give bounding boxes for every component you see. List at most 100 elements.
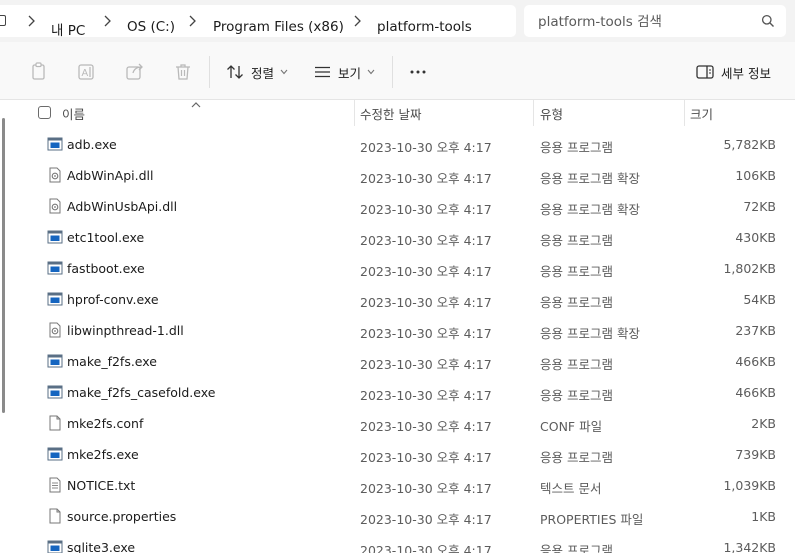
file-type: 텍스트 문서	[540, 481, 602, 496]
exe-icon	[47, 291, 63, 307]
breadcrumb-item-current-folder[interactable]: platform-tools	[377, 19, 472, 35]
chevron-down-icon	[367, 69, 375, 75]
file-row[interactable]: AdbWinApi.dll 2023-10-30 오후 4:17 응용 프로그램 확…	[0, 160, 795, 191]
file-type: 응용 프로그램	[540, 233, 613, 248]
file-type: 응용 프로그램	[540, 450, 613, 465]
column-header-type[interactable]: 유형	[540, 104, 563, 123]
file-name: adb.exe	[67, 137, 117, 152]
file-row[interactable]: source.properties 2023-10-30 오후 4:17 PROPE…	[0, 501, 795, 532]
exe-icon	[47, 446, 63, 462]
command-bar: A 정렬 보기 세부 정보	[0, 42, 795, 100]
file-date-modified: 2023-10-30 오후 4:17	[360, 543, 492, 553]
file-row[interactable]: mke2fs.exe 2023-10-30 오후 4:17 응용 프로그램 739KB	[0, 439, 795, 470]
file-row[interactable]: AdbWinUsbApi.dll 2023-10-30 오후 4:17 응용 프로그…	[0, 191, 795, 222]
column-header: 이름 수정한 날짜 유형 크기	[0, 100, 795, 126]
address-bar-area: 내 PC OS (C:) Program Files (x86) platfor…	[0, 0, 795, 42]
exe-icon	[47, 260, 63, 276]
file-icon	[47, 508, 63, 524]
file-type: 응용 프로그램 확장	[540, 326, 640, 341]
file-row[interactable]: hprof-conv.exe 2023-10-30 오후 4:17 응용 프로그램 5…	[0, 284, 795, 315]
file-date-modified: 2023-10-30 오후 4:17	[360, 295, 492, 310]
file-date-modified: 2023-10-30 오후 4:17	[360, 264, 492, 279]
sort-label: 정렬	[251, 65, 275, 81]
file-date-modified: 2023-10-30 오후 4:17	[360, 388, 492, 403]
file-row[interactable]: mke2fs.conf 2023-10-30 오후 4:17 CONF 파일 2KB	[0, 408, 795, 439]
details-label: 세부 정보	[721, 65, 771, 81]
details-pane-button[interactable]: 세부 정보	[696, 59, 771, 85]
breadcrumb-chevron-icon[interactable]	[26, 14, 36, 28]
breadcrumb-item-program-files[interactable]: Program Files (x86)	[213, 19, 344, 35]
dll-icon	[47, 167, 63, 183]
file-type: 응용 프로그램 확장	[540, 171, 640, 186]
search-icon[interactable]	[761, 14, 775, 28]
delete-icon[interactable]	[173, 62, 193, 82]
copy-icon[interactable]	[29, 62, 49, 82]
search-box[interactable]	[524, 5, 786, 37]
file-row[interactable]: adb.exe 2023-10-30 오후 4:17 응용 프로그램 5,782KB	[0, 129, 795, 160]
breadcrumb-chevron-icon[interactable]	[102, 14, 112, 28]
file-name: AdbWinApi.dll	[67, 168, 154, 183]
dll-icon	[47, 322, 63, 338]
svg-text:A: A	[82, 68, 89, 79]
file-list: adb.exe 2023-10-30 오후 4:17 응용 프로그램 5,782KB A…	[0, 129, 795, 553]
column-divider[interactable]	[354, 100, 355, 126]
view-label: 보기	[338, 65, 362, 81]
file-type: 응용 프로그램 확장	[540, 202, 640, 217]
file-size: 106KB	[735, 168, 776, 183]
breadcrumb-item-drive[interactable]: OS (C:)	[127, 19, 175, 35]
file-name: mke2fs.exe	[67, 447, 139, 462]
file-date-modified: 2023-10-30 오후 4:17	[360, 481, 492, 496]
file-size: 430KB	[735, 230, 776, 245]
file-date-modified: 2023-10-30 오후 4:17	[360, 512, 492, 527]
select-all-checkbox[interactable]	[38, 106, 51, 119]
file-date-modified: 2023-10-30 오후 4:17	[360, 419, 492, 434]
column-divider[interactable]	[684, 100, 685, 126]
file-size: 1,342KB	[723, 540, 776, 553]
exe-icon	[47, 384, 63, 400]
file-size: 466KB	[735, 354, 776, 369]
file-size: 1,802KB	[723, 261, 776, 276]
file-size: 54KB	[743, 292, 776, 307]
column-header-size[interactable]: 크기	[690, 104, 713, 123]
sort-button[interactable]: 정렬	[226, 59, 288, 85]
address-bar[interactable]: 내 PC OS (C:) Program Files (x86) platfor…	[0, 5, 516, 39]
column-header-date[interactable]: 수정한 날짜	[360, 104, 421, 123]
this-pc-icon	[0, 15, 6, 26]
column-divider[interactable]	[533, 100, 534, 126]
file-date-modified: 2023-10-30 오후 4:17	[360, 202, 492, 217]
rename-icon[interactable]: A	[77, 62, 97, 82]
file-row[interactable]: make_f2fs.exe 2023-10-30 오후 4:17 응용 프로그램 46…	[0, 346, 795, 377]
file-size: 72KB	[743, 199, 776, 214]
file-date-modified: 2023-10-30 오후 4:17	[360, 450, 492, 465]
file-row[interactable]: NOTICE.txt 2023-10-30 오후 4:17 텍스트 문서 1,039K…	[0, 470, 795, 501]
file-name: NOTICE.txt	[67, 478, 136, 493]
file-size: 2KB	[751, 416, 776, 431]
more-options-icon[interactable]	[408, 62, 428, 82]
column-header-name[interactable]: 이름	[62, 104, 85, 123]
file-type: 응용 프로그램	[540, 357, 613, 372]
file-row[interactable]: libwinpthread-1.dll 2023-10-30 오후 4:17 응용 …	[0, 315, 795, 346]
file-type: PROPERTIES 파일	[540, 512, 644, 527]
breadcrumb-chevron-icon[interactable]	[352, 14, 362, 28]
sort-arrows-icon	[227, 65, 243, 79]
chevron-down-icon	[280, 69, 288, 75]
share-icon[interactable]	[125, 62, 145, 82]
exe-icon	[47, 353, 63, 369]
file-row[interactable]: make_f2fs_casefold.exe 2023-10-30 오후 4:17…	[0, 377, 795, 408]
file-name: libwinpthread-1.dll	[67, 323, 184, 338]
exe-icon	[47, 136, 63, 152]
file-row[interactable]: etc1tool.exe 2023-10-30 오후 4:17 응용 프로그램 430…	[0, 222, 795, 253]
file-row[interactable]: sqlite3.exe 2023-10-30 오후 4:17 응용 프로그램 1,34…	[0, 532, 795, 553]
file-name: hprof-conv.exe	[67, 292, 159, 307]
breadcrumb-chevron-icon[interactable]	[187, 14, 197, 28]
file-row[interactable]: fastboot.exe 2023-10-30 오후 4:17 응용 프로그램 1,8…	[0, 253, 795, 284]
view-button[interactable]: 보기	[314, 59, 375, 85]
file-size: 1KB	[751, 509, 776, 524]
file-date-modified: 2023-10-30 오후 4:17	[360, 171, 492, 186]
file-date-modified: 2023-10-30 오후 4:17	[360, 233, 492, 248]
sort-ascending-icon	[190, 97, 202, 108]
breadcrumb-item-this-pc[interactable]: 내 PC	[51, 19, 85, 39]
search-input[interactable]	[538, 13, 758, 31]
dll-icon	[47, 198, 63, 214]
file-size: 1,039KB	[723, 478, 776, 493]
